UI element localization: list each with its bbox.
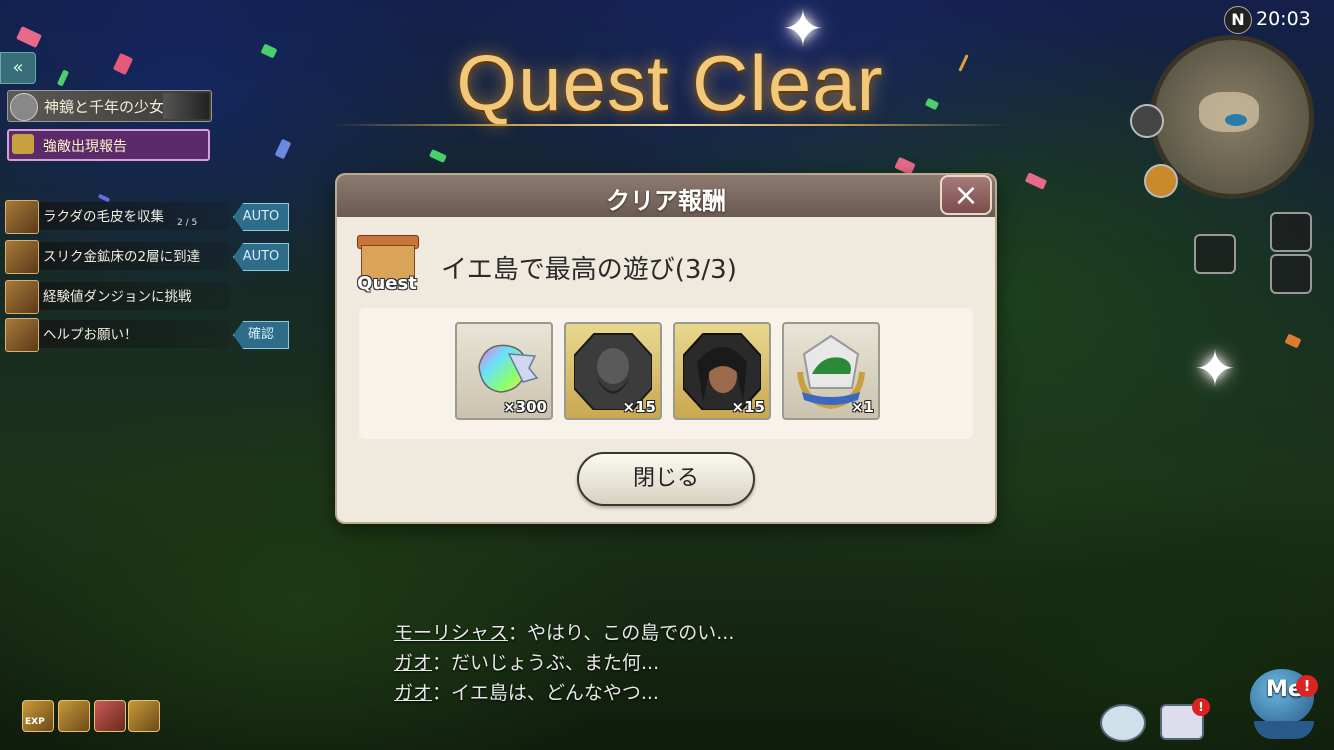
crown-icon[interactable] <box>128 700 160 732</box>
chat-speaker[interactable]: モーリシャス <box>394 622 508 644</box>
chat-text: ：イエ島は、どんなやつ... <box>432 682 659 704</box>
party-icon[interactable] <box>1270 212 1312 252</box>
chat-line: モーリシャス：やはり、この島でのい... <box>394 618 734 645</box>
event-sub-text: 強敵出現報告 <box>43 139 127 155</box>
exp-icon[interactable]: EXP <box>22 700 54 732</box>
collapse-arrow-icon[interactable]: « <box>0 52 36 84</box>
event-sub-banner[interactable]: 強敵出現報告 <box>7 129 210 161</box>
chat-bubble-icon[interactable]: ! <box>1160 698 1210 740</box>
confetti <box>1284 333 1302 349</box>
reward-list: ×300 ×15 ×15 ×1 <box>359 308 973 439</box>
alert-badge-icon: ! <box>1296 675 1318 697</box>
reward-qty: ×300 <box>503 398 547 416</box>
event-banner[interactable]: 神鏡と千年の少女 <box>7 90 212 122</box>
quest-tracker-label: ラクダの毛皮を収集 <box>43 209 164 225</box>
reward-item[interactable]: ×15 <box>564 322 662 420</box>
quest-icon <box>5 280 39 314</box>
quest-icon <box>5 240 39 274</box>
confetti <box>260 43 278 59</box>
quest-board-icon: Quest <box>355 233 419 297</box>
me-menu-button[interactable]: Me ! <box>1244 665 1322 743</box>
event-banner-text: 神鏡と千年の少女 <box>44 98 165 116</box>
auto-button[interactable]: AUTO <box>233 203 289 231</box>
confirm-button[interactable]: 確認 <box>233 321 289 349</box>
quest-tracker-label: ヘルプお願い！ <box>43 327 138 343</box>
quest-tracker-progress: 2 / 5 <box>177 218 198 228</box>
chat-speaker[interactable]: ガオ <box>394 652 432 674</box>
reward-item[interactable]: ×15 <box>673 322 771 420</box>
quest-tracker-label: スリク金鉱床の2層に到達 <box>43 249 201 265</box>
quest-tracker-item[interactable]: ヘルプお願い！ 確認 <box>5 318 289 352</box>
reward-qty: ×15 <box>622 398 656 416</box>
reward-item[interactable]: ×1 <box>782 322 880 420</box>
clock: 20:03 <box>1256 8 1311 30</box>
chat-speaker[interactable]: ガオ <box>394 682 432 704</box>
chat-line: ガオ：イエ島は、どんなやつ... <box>394 678 659 705</box>
quest-tracker-item[interactable]: ラクダの毛皮を収集 2 / 5 AUTO <box>5 200 289 234</box>
close-icon[interactable]: × <box>940 175 992 215</box>
quest-tracker-item[interactable]: 経験値ダンジョンに挑戦 <box>5 280 283 314</box>
close-button[interactable]: 閉じる <box>577 452 755 506</box>
reward-item[interactable]: ×300 <box>455 322 553 420</box>
report-icon <box>12 134 34 154</box>
title-underline <box>330 124 1010 126</box>
event-emblem-icon <box>10 93 38 121</box>
boot-icon[interactable] <box>94 700 126 732</box>
mount-icon[interactable] <box>1144 164 1178 198</box>
quest-icon <box>5 200 39 234</box>
event-portrait-icon <box>163 93 209 119</box>
quest-icon-label: Quest <box>357 273 417 294</box>
emote-icon[interactable] <box>1100 704 1146 742</box>
quest-icon <box>5 318 39 352</box>
auto-button[interactable]: AUTO <box>233 243 289 271</box>
camera-icon[interactable] <box>1194 234 1236 274</box>
dialog-title: クリア報酬 <box>606 187 726 215</box>
confetti <box>274 138 292 160</box>
confetti <box>894 156 916 176</box>
quest-name: イエ島で最高の遊び(3/3) <box>441 255 737 285</box>
confetti <box>1024 172 1048 190</box>
clear-reward-dialog: クリア報酬 × Quest イエ島で最高の遊び(3/3) ×300 ×15 ×1… <box>337 175 995 522</box>
confetti <box>16 26 42 48</box>
quest-tracker-item[interactable]: スリク金鉱床の2層に到達 AUTO <box>5 240 289 274</box>
quest-clear-title: Quest Clear <box>456 39 884 127</box>
reward-qty: ×15 <box>731 398 765 416</box>
sparkle: ✦ <box>1194 340 1236 398</box>
quest-tracker-label: 経験値ダンジョンに挑戦 <box>43 289 192 305</box>
chat-text: ：だいじょうぶ、また何... <box>432 652 660 674</box>
compass-icon: N <box>1224 6 1252 34</box>
friends-icon[interactable] <box>1270 254 1312 294</box>
chat-text: ：やはり、この島でのい... <box>508 622 735 644</box>
reward-qty: ×1 <box>850 398 874 416</box>
pet-icon[interactable] <box>58 700 90 732</box>
chat-line: ガオ：だいじょうぶ、また何... <box>394 648 659 675</box>
confetti <box>56 69 70 87</box>
map-toggle-icon[interactable] <box>1130 104 1164 138</box>
confetti <box>112 52 134 76</box>
confetti <box>429 148 447 164</box>
